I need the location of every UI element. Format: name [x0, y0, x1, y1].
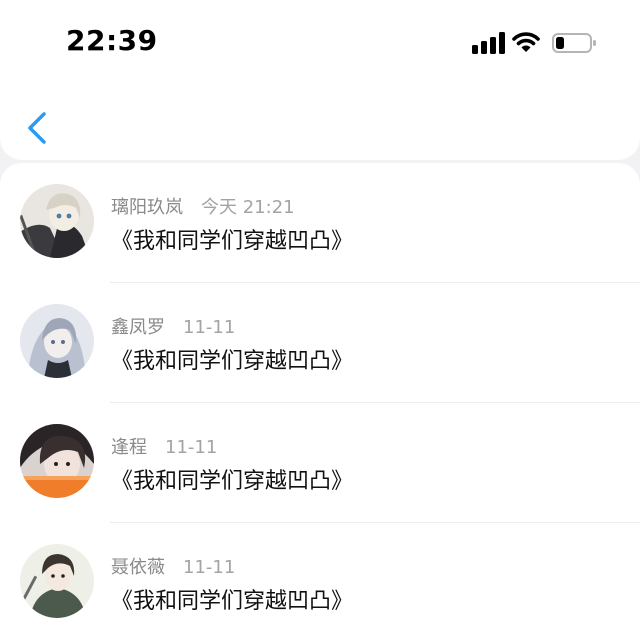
- cellular-signal-icon: [472, 32, 505, 54]
- message-row[interactable]: 鑫凤罗 11-11 《我和同学们穿越凹凸》: [0, 283, 640, 403]
- chevron-left-icon: [28, 112, 46, 144]
- message-meta: 鑫凤罗 11-11: [111, 313, 235, 339]
- message-time: 11-11: [165, 437, 218, 458]
- message-time: 11-11: [183, 317, 236, 338]
- status-time: 22:39: [66, 24, 158, 57]
- message-text: 《我和同学们穿越凹凸》: [111, 589, 354, 614]
- back-button[interactable]: [22, 108, 52, 148]
- sender-name: 聂依薇: [111, 557, 165, 578]
- message-meta: 聂依薇 11-11: [111, 553, 235, 579]
- message-meta: 逢程 11-11: [111, 433, 217, 459]
- message-row[interactable]: 聂依薇 11-11 《我和同学们穿越凹凸》: [0, 523, 640, 637]
- message-meta: 璃阳玖岚 今天 21:21: [111, 193, 295, 219]
- message-list: 璃阳玖岚 今天 21:21 《我和同学们穿越凹凸》 鑫凤罗 11-11 《我和同学们…: [0, 163, 640, 637]
- sender-name: 逢程: [111, 437, 147, 458]
- avatar[interactable]: [20, 184, 94, 258]
- avatar[interactable]: [20, 544, 94, 618]
- message-text: 《我和同学们穿越凹凸》: [111, 229, 354, 254]
- message-row[interactable]: 璃阳玖岚 今天 21:21 《我和同学们穿越凹凸》: [0, 163, 640, 283]
- message-time: 今天 21:21: [201, 197, 295, 218]
- header: 22:39: [0, 0, 640, 160]
- avatar[interactable]: [20, 424, 94, 498]
- avatar[interactable]: [20, 304, 94, 378]
- message-row[interactable]: 逢程 11-11 《我和同学们穿越凹凸》: [0, 403, 640, 523]
- battery-low-icon: [552, 33, 596, 53]
- message-text: 《我和同学们穿越凹凸》: [111, 349, 354, 374]
- message-text: 《我和同学们穿越凹凸》: [111, 469, 354, 494]
- wifi-icon: [512, 32, 540, 52]
- sender-name: 璃阳玖岚: [111, 197, 183, 218]
- sender-name: 鑫凤罗: [111, 317, 165, 338]
- message-time: 11-11: [183, 557, 236, 578]
